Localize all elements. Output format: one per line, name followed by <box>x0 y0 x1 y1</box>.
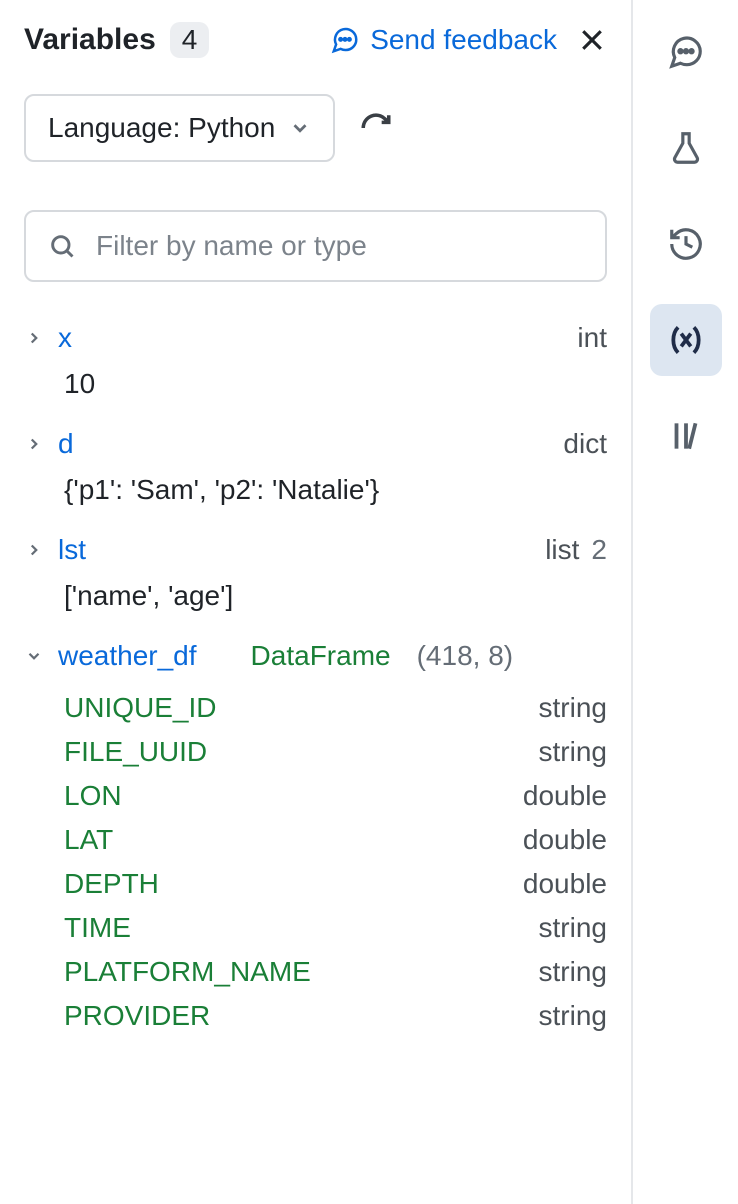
rail-experiments-button[interactable] <box>650 112 722 184</box>
close-icon <box>577 25 607 55</box>
chevron-down-icon <box>289 117 311 139</box>
column-type: string <box>539 736 607 768</box>
dataframe-columns: UNIQUE_ID string FILE_UUID string LON do… <box>64 686 607 1038</box>
comment-icon <box>330 25 360 55</box>
column-type: string <box>539 1000 607 1032</box>
panel-header: Variables 4 Send feedback <box>24 22 607 58</box>
chevron-right-icon <box>24 329 44 347</box>
dataframe-column-row: TIME string <box>64 906 607 950</box>
search-icon <box>48 232 76 260</box>
rail-columns-button[interactable] <box>650 400 722 472</box>
dataframe-shape: (418, 8) <box>417 640 514 672</box>
column-name: LAT <box>64 824 113 856</box>
rail-variables-button[interactable] <box>650 304 722 376</box>
close-button[interactable] <box>577 25 607 55</box>
dataframe-column-row: LON double <box>64 774 607 818</box>
language-selector-label: Language: Python <box>48 112 275 144</box>
flask-icon <box>667 129 705 167</box>
column-type: double <box>523 824 607 856</box>
comment-icon <box>667 33 705 71</box>
panel-title: Variables <box>24 23 156 57</box>
variable-type: dict <box>563 428 607 460</box>
chevron-down-icon <box>24 647 44 665</box>
column-name: UNIQUE_ID <box>64 692 216 724</box>
column-name: FILE_UUID <box>64 736 207 768</box>
dataframe-column-row: LAT double <box>64 818 607 862</box>
column-type: double <box>523 780 607 812</box>
side-rail <box>633 0 738 1204</box>
controls-row: Language: Python <box>24 94 607 162</box>
variable-type: int <box>577 322 607 354</box>
variable-type: DataFrame <box>251 640 391 672</box>
variable-length: 2 <box>591 534 607 566</box>
column-name: PROVIDER <box>64 1000 210 1032</box>
variable-count-badge: 4 <box>170 22 210 58</box>
variables-panel: Variables 4 Send feedback Language: Pyth… <box>0 0 633 1204</box>
column-name: LON <box>64 780 122 812</box>
variable-name: d <box>58 428 74 460</box>
variable-value: 10 <box>64 368 607 400</box>
rail-history-button[interactable] <box>650 208 722 280</box>
column-type: string <box>539 956 607 988</box>
rail-comments-button[interactable] <box>650 16 722 88</box>
variable-name: x <box>58 322 72 354</box>
variable-type: list <box>545 534 579 566</box>
variable-item[interactable]: lst list 2 ['name', 'age'] <box>24 534 607 612</box>
filter-input-container[interactable] <box>24 210 607 282</box>
refresh-icon <box>359 111 393 145</box>
column-type: string <box>539 692 607 724</box>
send-feedback-link[interactable]: Send feedback <box>330 24 557 56</box>
chevron-right-icon <box>24 435 44 453</box>
dataframe-column-row: DEPTH double <box>64 862 607 906</box>
variables-icon <box>667 321 705 359</box>
chevron-right-icon <box>24 541 44 559</box>
dataframe-column-row: UNIQUE_ID string <box>64 686 607 730</box>
variable-item[interactable]: d dict {'p1': 'Sam', 'p2': 'Natalie'} <box>24 428 607 506</box>
column-type: string <box>539 912 607 944</box>
column-name: TIME <box>64 912 131 944</box>
column-name: DEPTH <box>64 868 159 900</box>
variable-value: {'p1': 'Sam', 'p2': 'Natalie'} <box>64 474 607 506</box>
dataframe-column-row: PLATFORM_NAME string <box>64 950 607 994</box>
history-icon <box>667 225 705 263</box>
refresh-button[interactable] <box>359 111 393 145</box>
variable-item-dataframe[interactable]: weather_df DataFrame (418, 8) UNIQUE_ID … <box>24 640 607 1038</box>
variable-item[interactable]: x int 10 <box>24 322 607 400</box>
dataframe-column-row: PROVIDER string <box>64 994 607 1038</box>
column-type: double <box>523 868 607 900</box>
columns-icon <box>667 417 705 455</box>
column-name: PLATFORM_NAME <box>64 956 311 988</box>
variable-value: ['name', 'age'] <box>64 580 607 612</box>
language-selector[interactable]: Language: Python <box>24 94 335 162</box>
filter-input[interactable] <box>96 230 583 262</box>
variable-name: weather_df <box>58 640 197 672</box>
variables-list: x int 10 d dict {'p1': 'Sam', 'p2': 'Nat… <box>24 322 607 1038</box>
dataframe-column-row: FILE_UUID string <box>64 730 607 774</box>
variable-name: lst <box>58 534 86 566</box>
send-feedback-label: Send feedback <box>370 24 557 56</box>
